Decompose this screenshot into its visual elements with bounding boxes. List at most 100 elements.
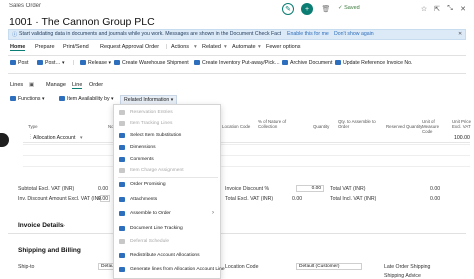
deferral-icon <box>119 239 125 244</box>
column-reserved-quantity[interactable]: Reserved Quantity <box>386 124 422 129</box>
menu-item-item-tracking-lines[interactable]: Item Tracking Lines <box>114 118 220 129</box>
divider <box>23 166 470 167</box>
redistribute-icon <box>119 253 125 258</box>
menu-request-approval[interactable]: Request Approval <box>100 44 143 50</box>
menu-item-deferral-schedule[interactable]: Deferral Schedule <box>114 236 220 247</box>
menu-prepare[interactable]: Prepare <box>35 44 55 50</box>
row-unit-price-cell[interactable]: 100.00 <box>454 135 470 141</box>
location-code-select[interactable]: Default (Customer) <box>296 263 362 270</box>
archive-icon <box>282 60 288 65</box>
assemble-icon <box>119 211 125 216</box>
edit-icon[interactable]: ✎ <box>282 3 294 15</box>
top-bar <box>0 0 474 14</box>
chevron-right-icon: › <box>63 223 65 229</box>
menu-related[interactable]: Related <box>202 44 221 50</box>
divider <box>23 155 470 156</box>
total-value: 0.00 <box>430 186 441 192</box>
archive-document-button[interactable]: Archive Document <box>282 60 332 66</box>
close-icon[interactable]: ✕ <box>457 3 469 15</box>
open-new-window-icon[interactable]: ⇱ <box>431 3 443 15</box>
create-inventory-putaway-button[interactable]: Create Inventory Put-away/Pick… <box>194 60 280 66</box>
related-information-dropdown: Reservation Entries Item Tracking Lines … <box>113 104 225 279</box>
banner-text: Start validating data in documents and j… <box>19 31 281 37</box>
post-icon <box>10 60 16 65</box>
menu-item-reservation-entries[interactable]: Reservation Entries <box>114 107 220 118</box>
menu-home[interactable]: Home <box>10 44 26 51</box>
create-warehouse-shipment-button[interactable]: Create Warehouse Shipment <box>114 60 189 66</box>
toolbar-separator: | <box>73 60 75 66</box>
chevron-down-icon: ▾ <box>224 44 227 50</box>
chevron-down-icon: ▾ <box>258 44 261 50</box>
invoice-discount-pct-label: Invoice Discount % <box>225 186 270 192</box>
banner-close-icon[interactable]: ✕ <box>458 31 462 37</box>
subtotal-label: Subtotal Excl. VAT (INR) <box>18 186 75 192</box>
location-code-label: Location Code <box>225 264 259 270</box>
menu-item-redistribute-account-allocations[interactable]: Redistribute Account Allocations <box>114 250 220 261</box>
column-type[interactable]: Type <box>28 124 38 129</box>
menu-item-document-line-tracking[interactable]: Document Line Tracking <box>114 223 220 234</box>
total-value: 0.00 <box>98 196 109 202</box>
total-value: 0.00 <box>292 196 303 202</box>
functions-button[interactable]: Functions ▾ <box>10 96 45 102</box>
menu-item-item-charge-assignment[interactable]: Item Charge Assignment <box>114 165 220 176</box>
total-value: 0.00 <box>98 186 109 192</box>
tab-line[interactable]: Line <box>72 82 83 89</box>
divider <box>8 233 466 234</box>
breadcrumb[interactable]: Sales Order <box>9 3 41 9</box>
availability-icon <box>59 96 65 101</box>
inv-discount-label: Inv. Discount Amount Excl. VAT (INR) <box>18 196 104 202</box>
column-unit-of-measure[interactable]: Unit of Measure Code <box>422 119 450 134</box>
banner-enable-link[interactable]: Enable this for me <box>287 31 329 37</box>
column-location-code[interactable]: Location Code <box>222 124 250 129</box>
bookmark-icon[interactable]: ☆ <box>418 3 430 15</box>
tab-manage[interactable]: Manage <box>46 82 66 88</box>
column-nature-of-collection[interactable]: % of Nature of Collection <box>258 119 298 129</box>
late-order-shipping-label: Late Order Shipping <box>384 264 431 270</box>
menu-item-assemble-to-order[interactable]: Assemble to Order › <box>114 208 220 219</box>
invoice-discount-pct-field[interactable]: 0.00 <box>296 185 324 192</box>
menu-item-order-promising[interactable]: Order Promising <box>114 179 220 190</box>
delete-icon[interactable]: 🗑 <box>320 3 332 15</box>
menu-item-select-item-substitution[interactable]: Select Item Substitution <box>114 130 220 141</box>
menu-item-generate-lines[interactable]: Generate lines from Allocation Account L… <box>114 264 225 275</box>
invoice-details-section[interactable]: Invoice Details <box>18 222 64 229</box>
add-icon[interactable]: + <box>301 3 313 15</box>
action-menu: Home Prepare Print/Send Request Approval… <box>8 44 466 54</box>
banner-dismiss-link[interactable]: Don't show again <box>334 31 374 37</box>
menu-separator: | <box>166 44 168 50</box>
charge-icon <box>119 168 125 173</box>
post-button[interactable]: Post <box>10 60 28 66</box>
collapse-icon[interactable]: ⤡ <box>444 3 456 15</box>
release-icon <box>80 60 86 65</box>
item-availability-button[interactable]: Item Availability by ▾ <box>59 96 114 102</box>
divider <box>8 73 466 74</box>
tracking-icon <box>119 121 125 126</box>
warehouse-icon <box>114 60 120 65</box>
dimensions-icon <box>119 145 125 150</box>
menu-fewer-options[interactable]: Fewer options <box>266 44 301 50</box>
factbox-toggle[interactable] <box>0 133 9 147</box>
tab-order[interactable]: Order <box>89 82 103 88</box>
row-type-cell[interactable]: Allocation Account <box>33 135 75 141</box>
table-row[interactable]: ⋮ Allocation Account ▾ 100.00 <box>23 133 470 143</box>
substitution-icon <box>119 133 125 138</box>
menu-item-attachments[interactable]: Attachments <box>114 194 220 205</box>
column-unit-price[interactable]: Unit Price Excl. VAT <box>452 119 474 129</box>
shipping-advice-label: Shipping Advice <box>384 273 421 279</box>
post-menu-button[interactable]: Post… ▾ <box>37 60 65 66</box>
menu-automate[interactable]: Automate <box>232 44 256 50</box>
reservation-icon <box>119 110 125 115</box>
menu-item-dimensions[interactable]: Dimensions <box>114 142 220 153</box>
promising-icon <box>119 182 125 187</box>
release-button[interactable]: Release ▾ <box>80 60 111 66</box>
menu-item-comments[interactable]: Comments <box>114 154 220 165</box>
menu-print-send[interactable]: Print/Send <box>63 44 89 50</box>
ship-to-label: Ship-to <box>18 264 35 270</box>
column-qty-assemble[interactable]: Qty. to Assemble to Order <box>338 119 382 129</box>
column-quantity[interactable]: Quantity <box>313 124 329 129</box>
menu-order[interactable]: Order <box>145 44 159 50</box>
comments-icon <box>119 157 125 162</box>
menu-actions[interactable]: Actions <box>171 44 189 50</box>
update-reference-invoice-button[interactable]: Update Reference Invoice No. <box>335 60 413 66</box>
shipping-billing-section[interactable]: Shipping and Billing <box>18 247 81 254</box>
